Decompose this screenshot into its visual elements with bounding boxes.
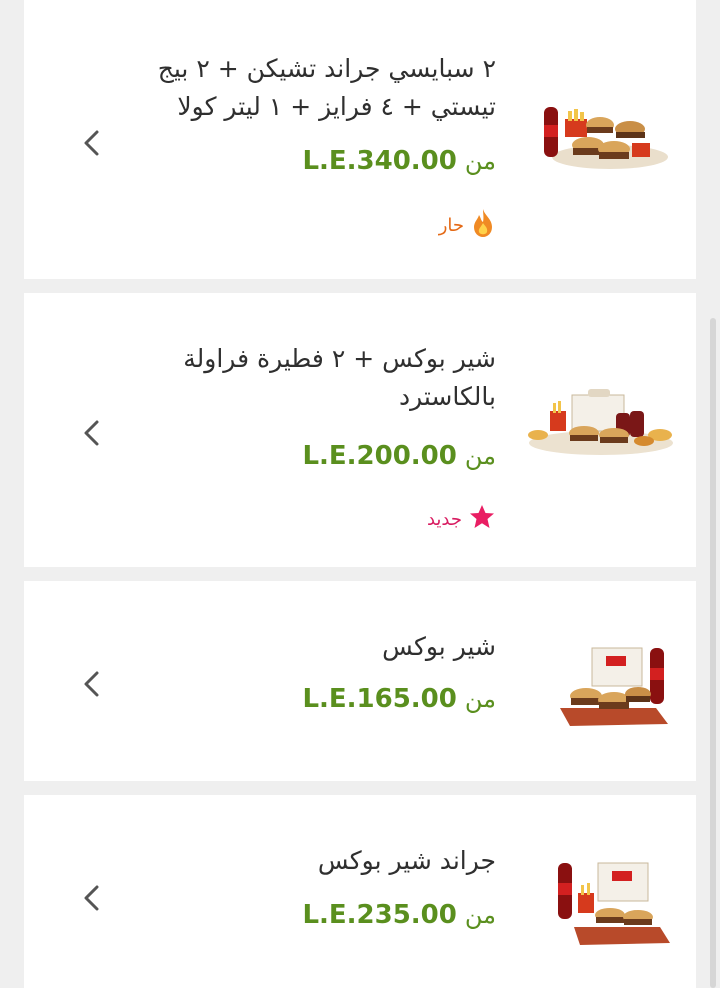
badge-label: جديد [426,509,462,530]
item-title: جراند شير بوكس [317,846,496,875]
meal-image [554,853,674,953]
chevron-left-icon[interactable] [76,417,108,449]
star-icon [468,503,496,536]
item-title: شير بوكس [382,632,496,661]
flame-icon [470,208,496,243]
scrollbar[interactable] [710,318,716,988]
menu-item-card[interactable]: شير بوكس من L.E.165.00 [24,581,696,781]
meal-image [526,381,676,471]
meal-image [556,636,676,736]
price-value: L.E.340.00 [302,146,457,176]
chevron-left-icon[interactable] [76,127,108,159]
chevron-left-icon[interactable] [76,668,108,700]
price-row: من L.E.165.00 [302,684,496,714]
menu-item-card[interactable]: ٢ سبايسي جراند تشيكن + ٢ بيج تيستي + ٤ ف… [24,0,696,279]
hot-badge: حار [439,208,496,243]
price-value: L.E.165.00 [302,684,457,714]
item-title: شير بوكس + ٢ فطيرة فراولة بالكاسترد [183,344,496,411]
price-prefix: من [464,901,496,929]
price-row: من L.E.200.00 [302,441,496,471]
price-prefix: من [464,685,496,713]
new-badge: جديد [427,503,496,536]
item-title: ٢ سبايسي جراند تشيكن + ٢ بيج تيستي + ٤ ف… [157,54,496,121]
meal-image [532,95,672,185]
price-row: من L.E.340.00 [302,146,496,176]
chevron-left-icon[interactable] [76,882,108,914]
badge-label: حار [438,215,464,236]
menu-item-card[interactable]: جراند شير بوكس من L.E.235.00 [24,795,696,988]
price-prefix: من [464,442,496,470]
menu-item-card[interactable]: شير بوكس + ٢ فطيرة فراولة بالكاسترد من L… [24,293,696,567]
price-value: L.E.200.00 [302,441,457,471]
price-row: من L.E.235.00 [302,900,496,930]
price-prefix: من [464,147,496,175]
price-value: L.E.235.00 [302,900,457,930]
